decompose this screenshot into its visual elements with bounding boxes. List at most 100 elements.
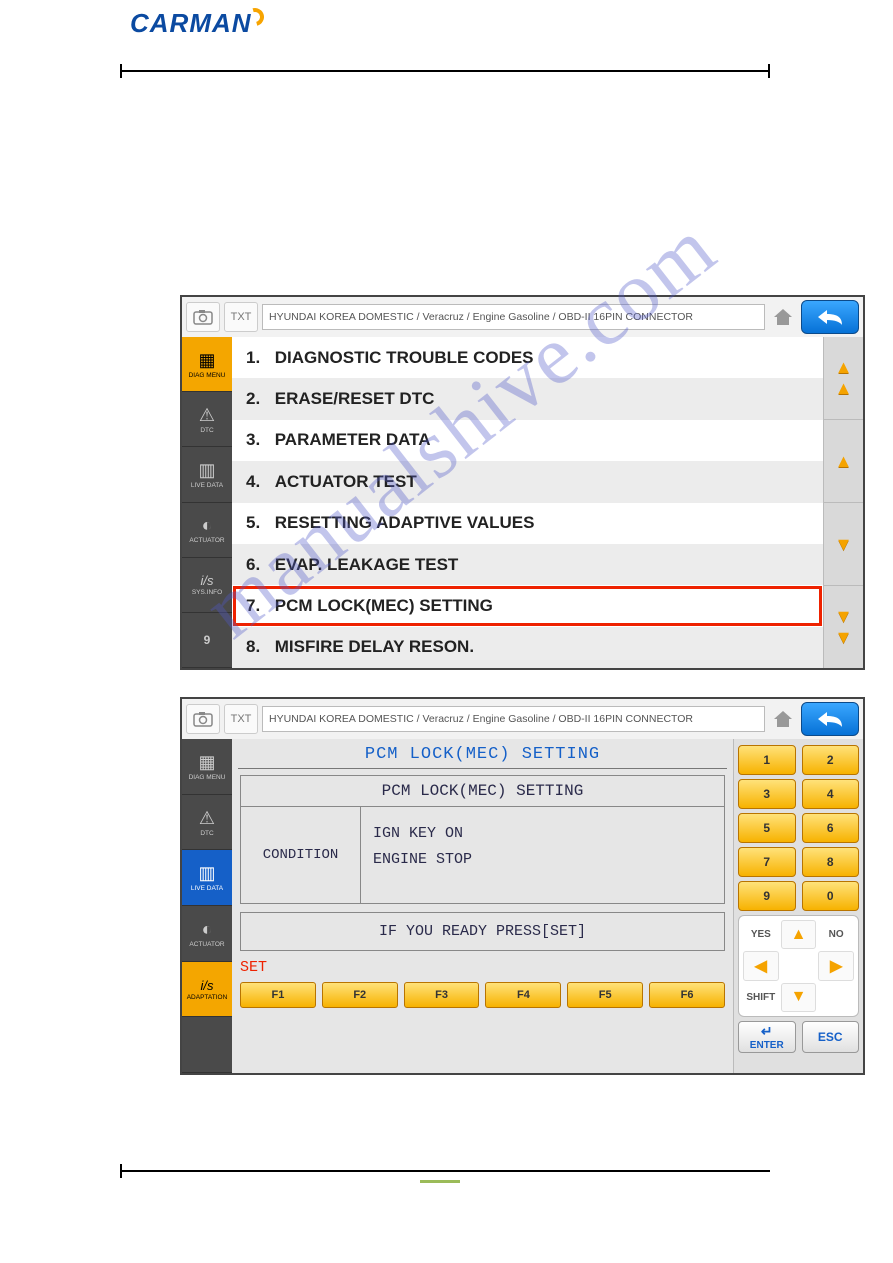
function-keys: F1 F2 F3 F4 F5 F6 [238, 980, 727, 1014]
sidebar-page-number[interactable]: 9 [182, 613, 232, 668]
arrow-right-icon[interactable]: ▶ [818, 951, 854, 980]
sidebar-label: ADAPTATION [187, 994, 228, 1001]
sidebar-dtc[interactable]: ⚠DTC [182, 392, 232, 447]
sidebar-live-data[interactable]: ▥LIVE DATA [182, 447, 232, 502]
logo-text: CARMAN [130, 8, 252, 38]
sidebar-dtc[interactable]: ⚠DTC [182, 795, 232, 851]
breadcrumb-path: HYUNDAI KOREA DOMESTIC / Veracruz / Engi… [262, 706, 765, 732]
menu-item-4[interactable]: 4. ACTUATOR TEST [232, 461, 823, 502]
sidebar-label: LIVE DATA [191, 885, 223, 892]
sidebar-actuator[interactable]: ◐ACTUATOR [182, 906, 232, 962]
scroll-up-icon[interactable]: ▲ [824, 420, 863, 503]
key-5[interactable]: 5 [738, 813, 796, 843]
content-panel: PCM LOCK(MEC) SETTING PCM LOCK(MEC) SETT… [232, 739, 733, 1073]
set-label: SET [238, 951, 727, 980]
scroll-top-icon[interactable]: ▲▲ [824, 337, 863, 420]
prompt-text: IF YOU READY PRESS[SET] [240, 912, 725, 951]
sidebar: ▦DIAG MENU ⚠DTC ▥LIVE DATA ◐ACTUATOR i/s… [182, 739, 232, 1073]
no-button[interactable]: NO [818, 920, 854, 949]
arrow-down-icon[interactable]: ▼ [781, 983, 817, 1012]
condition-line-2: ENGINE STOP [373, 847, 712, 873]
key-0[interactable]: 0 [802, 881, 860, 911]
menu-item-3[interactable]: 3. PARAMETER DATA [232, 420, 823, 461]
menu-item-2[interactable]: 2. ERASE/RESET DTC [232, 378, 823, 419]
condition-values: IGN KEY ON ENGINE STOP [361, 807, 724, 903]
back-button[interactable] [801, 702, 859, 736]
f2-button[interactable]: F2 [322, 982, 398, 1008]
scroll-down-icon[interactable]: ▼ [824, 503, 863, 586]
f5-button[interactable]: F5 [567, 982, 643, 1008]
f1-button[interactable]: F1 [240, 982, 316, 1008]
menu-item-5[interactable]: 5. RESETTING ADAPTIVE VALUES [232, 503, 823, 544]
sidebar-live-data[interactable]: ▥LIVE DATA [182, 850, 232, 906]
panel-heading: PCM LOCK(MEC) SETTING [241, 776, 724, 807]
topbar: TXT HYUNDAI KOREA DOMESTIC / Veracruz / … [182, 297, 863, 337]
menu-item-6[interactable]: 6. EVAP. LEAKAGE TEST [232, 544, 823, 585]
sidebar-label: ACTUATOR [189, 941, 224, 948]
condition-panel: PCM LOCK(MEC) SETTING CONDITION IGN KEY … [240, 775, 725, 904]
f6-button[interactable]: F6 [649, 982, 725, 1008]
chart-icon: ▥ [198, 460, 215, 481]
key-2[interactable]: 2 [802, 745, 860, 775]
footer-rule [120, 1170, 770, 1172]
gauge-icon: ◐ [202, 919, 213, 940]
key-8[interactable]: 8 [802, 847, 860, 877]
sidebar-label: DTC [200, 427, 213, 434]
sidebar-label: DIAG MENU [189, 774, 226, 781]
f3-button[interactable]: F3 [404, 982, 480, 1008]
txt-icon[interactable]: TXT [224, 302, 258, 332]
warning-icon: ⚠ [199, 405, 215, 426]
esc-button[interactable]: ESC [802, 1021, 860, 1053]
sidebar-diag-menu[interactable]: ▦DIAG MENU [182, 337, 232, 392]
gauge-icon: ◐ [202, 515, 213, 536]
sidebar-actuator[interactable]: ◐ACTUATOR [182, 503, 232, 558]
menu-item-7-highlighted[interactable]: 7. PCM LOCK(MEC) SETTING [232, 585, 823, 626]
arrow-up-icon[interactable]: ▲ [781, 920, 817, 949]
condition-line-1: IGN KEY ON [373, 821, 712, 847]
shift-button[interactable]: SHIFT [743, 983, 779, 1012]
menu-item-1[interactable]: 1. DIAGNOSTIC TROUBLE CODES [232, 337, 823, 378]
key-7[interactable]: 7 [738, 847, 796, 877]
arrow-left-icon[interactable]: ◀ [743, 951, 779, 980]
carman-logo: CARMAN [130, 8, 264, 39]
scroll-bar: ▲▲ ▲ ▼ ▼▼ [823, 337, 863, 668]
grid-icon: ▦ [198, 350, 215, 371]
dpad: YES ▲ NO ◀ ▶ SHIFT ▼ [738, 915, 859, 1017]
is-icon: i/s [201, 978, 214, 993]
breadcrumb-path: HYUNDAI KOREA DOMESTIC / Veracruz / Engi… [262, 304, 765, 330]
key-6[interactable]: 6 [802, 813, 860, 843]
f4-button[interactable]: F4 [485, 982, 561, 1008]
topbar: TXT HYUNDAI KOREA DOMESTIC / Veracruz / … [182, 699, 863, 739]
key-3[interactable]: 3 [738, 779, 796, 809]
sidebar-sysinfo[interactable]: i/sSYS.INFO [182, 558, 232, 613]
menu-item-8[interactable]: 8. MISFIRE DELAY RESON. [232, 627, 823, 668]
screenshot-pcm-lock: TXT HYUNDAI KOREA DOMESTIC / Veracruz / … [180, 697, 865, 1075]
page-dash [420, 1180, 460, 1183]
enter-button[interactable]: ↵ENTER [738, 1021, 796, 1053]
sidebar-blank [182, 1017, 232, 1073]
keypad: 12 34 56 78 90 YES ▲ NO ◀ ▶ SHIFT ▼ ↵ENT… [733, 739, 863, 1073]
home-icon[interactable] [769, 304, 797, 330]
scroll-bottom-icon[interactable]: ▼▼ [824, 586, 863, 668]
camera-icon[interactable] [186, 302, 220, 332]
txt-icon[interactable]: TXT [224, 704, 258, 734]
menu-list: 1. DIAGNOSTIC TROUBLE CODES 2. ERASE/RES… [232, 337, 823, 668]
yes-button[interactable]: YES [743, 920, 779, 949]
sidebar-diag-menu[interactable]: ▦DIAG MENU [182, 739, 232, 795]
home-icon[interactable] [769, 706, 797, 732]
camera-icon[interactable] [186, 704, 220, 734]
key-1[interactable]: 1 [738, 745, 796, 775]
dpad-blank [818, 983, 854, 1012]
key-9[interactable]: 9 [738, 881, 796, 911]
sidebar-label: LIVE DATA [191, 482, 223, 489]
grid-icon: ▦ [198, 752, 215, 773]
sidebar-adaptation[interactable]: i/sADAPTATION [182, 962, 232, 1018]
back-button[interactable] [801, 300, 859, 334]
dpad-center [781, 951, 817, 980]
chart-icon: ▥ [198, 863, 215, 884]
header-rule [120, 70, 770, 72]
screenshot-diag-menu: TXT HYUNDAI KOREA DOMESTIC / Veracruz / … [180, 295, 865, 670]
sidebar-label: ACTUATOR [189, 537, 224, 544]
key-4[interactable]: 4 [802, 779, 860, 809]
condition-label: CONDITION [241, 807, 361, 903]
